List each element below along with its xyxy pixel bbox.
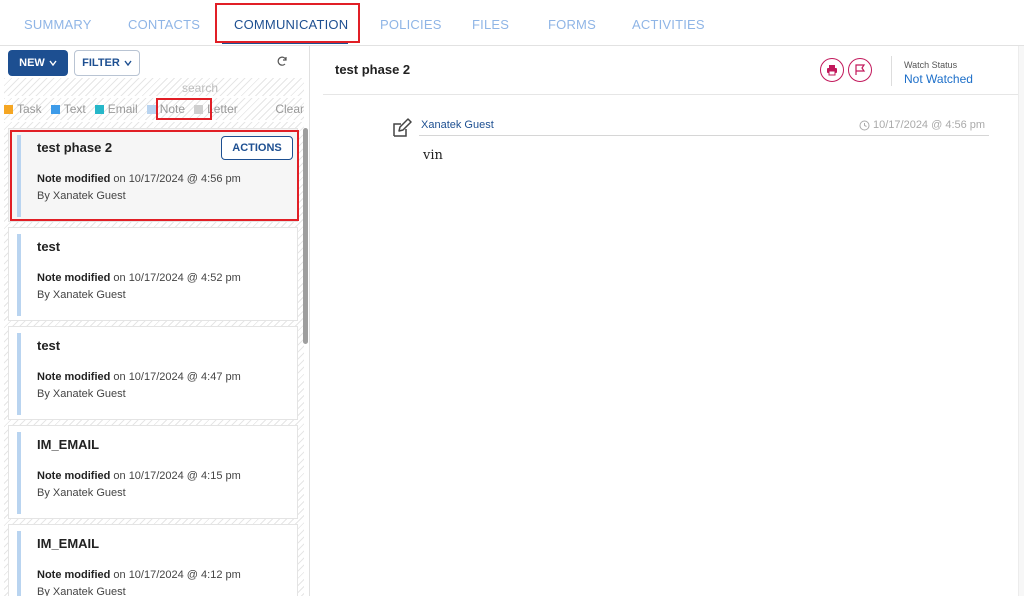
communication-list-panel: NEW FILTER Task Text Email Note Letter C… [0,46,310,596]
item-title: test phase 2 [37,140,113,155]
flag-icon [855,64,866,75]
item-type: Note modified [37,173,111,185]
list-item[interactable]: test phase 2 ACTIONS Note modified on 10… [8,128,298,222]
item-date: on 10/17/2024 @ 4:47 pm [110,371,241,383]
item-type: Note modified [37,371,111,383]
list-item[interactable]: IM_EMAIL Note modified on 10/17/2024 @ 4… [8,425,298,519]
item-author: By Xanatek Guest [37,487,126,499]
legend-label: Note [159,102,186,116]
new-button[interactable]: NEW [8,50,68,76]
note-type-bar [17,333,21,415]
item-type: Note modified [37,272,111,284]
item-type: Note modified [37,569,111,581]
text-swatch [50,104,60,114]
flag-button[interactable] [848,58,872,82]
note-body: vin [423,148,443,163]
tab-communication[interactable]: COMMUNICATION [234,17,348,32]
tab-forms[interactable]: FORMS [548,17,596,32]
search-input[interactable] [182,80,292,96]
list-scrollbar[interactable] [303,128,308,344]
page-scrollbar-track[interactable] [1018,46,1024,596]
note-timestamp-text: 10/17/2024 @ 4:56 pm [873,119,986,131]
filter-button-label: FILTER [82,57,120,69]
new-button-label: NEW [19,57,45,69]
legend-letter[interactable]: Letter [194,102,238,116]
print-button[interactable] [820,58,844,82]
clock-icon [859,120,870,130]
legend-label: Letter [207,102,238,116]
communication-detail-panel: test phase 2 Watch Status Not Watched Xa… [311,46,1024,596]
refresh-icon[interactable] [276,54,288,70]
actions-button[interactable]: ACTIONS [221,136,293,160]
item-title: IM_EMAIL [37,437,100,452]
caret-down-icon [124,60,132,66]
item-date: on 10/17/2024 @ 4:56 pm [110,173,241,185]
item-meta: Note modified on 10/17/2024 @ 4:47 pm [37,371,241,383]
list-item[interactable]: test Note modified on 10/17/2024 @ 4:52 … [8,227,298,321]
note-author: Xanatek Guest [421,119,494,131]
note-type-bar [17,432,21,514]
header-divider [891,56,892,86]
item-type: Note modified [37,470,111,482]
header-separator [323,94,1021,95]
letter-swatch [194,104,204,114]
task-swatch [4,104,13,114]
email-swatch [94,104,104,114]
communication-list: test phase 2 ACTIONS Note modified on 10… [4,122,304,596]
legend-email[interactable]: Email [94,102,138,116]
tab-activities[interactable]: ACTIVITIES [632,17,705,32]
tab-summary[interactable]: SUMMARY [24,17,92,32]
note-separator [419,135,989,136]
legend-label: Email [107,102,138,116]
item-meta: Note modified on 10/17/2024 @ 4:12 pm [37,569,241,581]
active-tab-underline [222,41,348,44]
item-meta: Note modified on 10/17/2024 @ 4:15 pm [37,470,241,482]
item-date: on 10/17/2024 @ 4:12 pm [110,569,241,581]
detail-title: test phase 2 [335,62,411,77]
watch-status-label: Watch Status [904,60,958,70]
item-date: on 10/17/2024 @ 4:15 pm [110,470,241,482]
tab-bar: SUMMARY CONTACTS COMMUNICATION POLICIES … [0,0,1024,46]
note-type-bar [17,531,21,596]
legend-clear-link[interactable]: Clear [275,102,304,116]
type-legend: Task Text Email Note Letter Clear [4,98,304,120]
tab-policies[interactable]: POLICIES [380,17,442,32]
filter-button[interactable]: FILTER [74,50,140,76]
item-author: By Xanatek Guest [37,586,126,596]
item-title: test [37,338,61,353]
item-meta: Note modified on 10/17/2024 @ 4:56 pm [37,173,241,185]
legend-label: Text [63,102,86,116]
edit-note-icon[interactable] [391,117,413,139]
tab-files[interactable]: FILES [472,17,509,32]
note-timestamp: 10/17/2024 @ 4:56 pm [859,119,985,131]
item-author: By Xanatek Guest [37,289,126,301]
item-title: IM_EMAIL [37,536,100,551]
legend-label: Task [17,102,42,116]
watch-status-value[interactable]: Not Watched [904,72,973,86]
item-author: By Xanatek Guest [37,190,126,202]
list-item[interactable]: test Note modified on 10/17/2024 @ 4:47 … [8,326,298,420]
caret-down-icon [49,60,57,66]
note-swatch [146,104,156,114]
legend-note[interactable]: Note [146,102,186,116]
note-type-bar [17,135,21,217]
item-title: test [37,239,61,254]
tab-contacts[interactable]: CONTACTS [128,17,200,32]
list-item[interactable]: IM_EMAIL Note modified on 10/17/2024 @ 4… [8,524,298,596]
legend-task[interactable]: Task [4,102,42,116]
printer-icon [827,65,837,76]
note-type-bar [17,234,21,316]
item-author: By Xanatek Guest [37,388,126,400]
item-meta: Note modified on 10/17/2024 @ 4:52 pm [37,272,241,284]
legend-text[interactable]: Text [50,102,86,116]
item-date: on 10/17/2024 @ 4:52 pm [110,272,241,284]
